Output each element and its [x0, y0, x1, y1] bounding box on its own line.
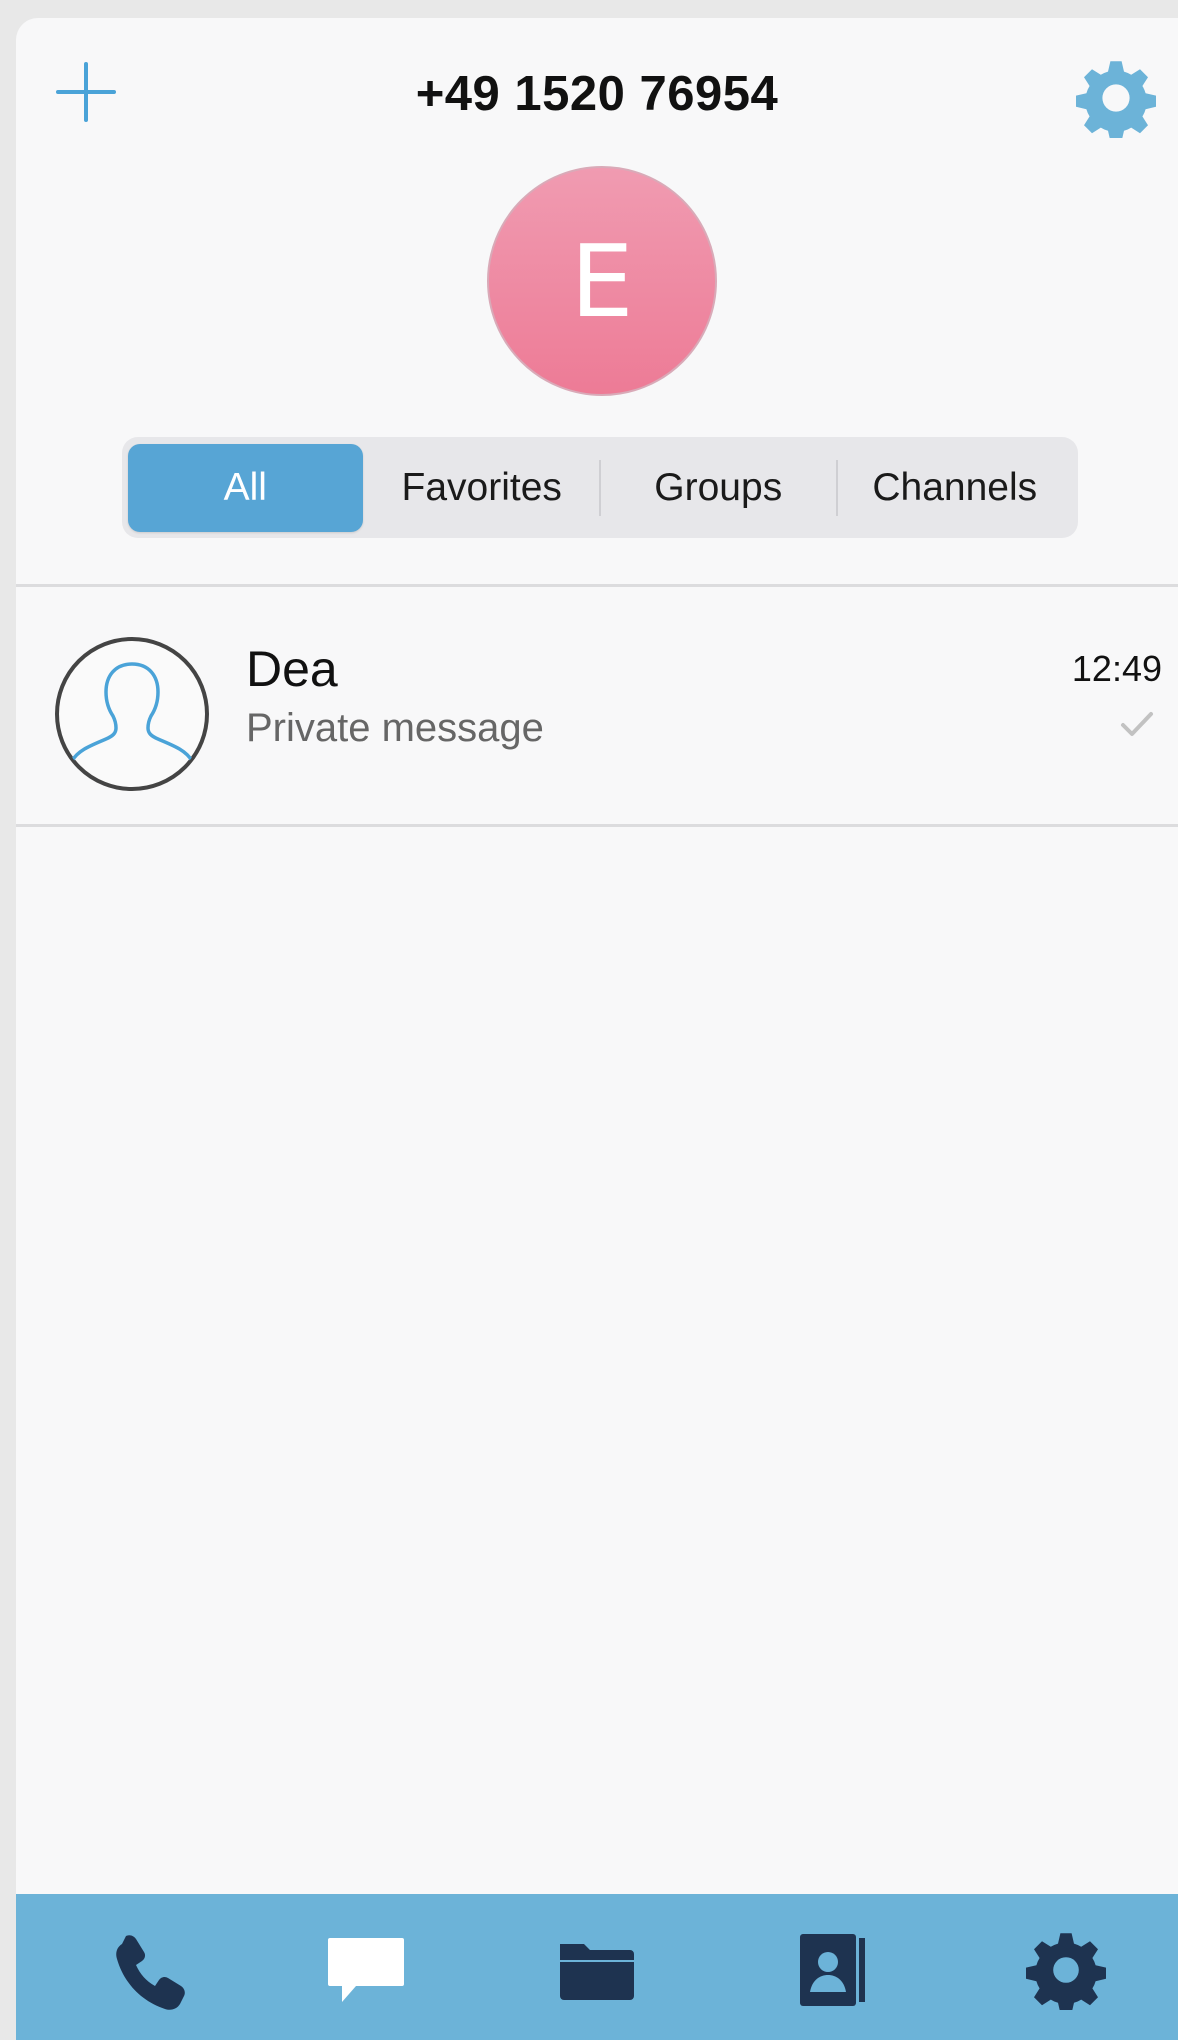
gear-icon[interactable] [1026, 1930, 1106, 2010]
profile-initial: E [570, 222, 634, 340]
segment-favorites[interactable]: Favorites [365, 444, 600, 532]
chat-preview: Private message [246, 706, 544, 750]
phone-icon[interactable] [108, 1930, 188, 2010]
gear-icon[interactable] [1076, 58, 1156, 138]
folder-icon[interactable] [558, 1930, 638, 2010]
page-title: +49 1520 76954 [415, 67, 779, 121]
list-top-divider [16, 584, 1178, 587]
chat-time: 12:49 [1071, 648, 1162, 689]
segment-groups[interactable]: Groups [601, 444, 836, 532]
chat-bubble-icon[interactable] [326, 1930, 406, 2010]
chat-name: Dea [246, 641, 338, 697]
person-silhouette-icon [55, 637, 209, 791]
list-bottom-divider [16, 824, 1178, 827]
bottom-tab-bar [16, 1894, 1178, 2040]
segment-all[interactable]: All [128, 443, 363, 532]
app-screen: +49 1520 76954 E All Favorites Groups Ch… [16, 18, 1178, 2040]
segment-channels[interactable]: Channels [838, 444, 1073, 532]
profile-avatar[interactable]: E [487, 166, 717, 396]
filter-segmented-control: All Favorites Groups Channels [122, 437, 1078, 538]
chat-list-item[interactable]: Dea Private message 12:49 [16, 588, 1178, 824]
checkmark-icon [1121, 712, 1153, 736]
contacts-book-icon[interactable] [792, 1930, 872, 2010]
